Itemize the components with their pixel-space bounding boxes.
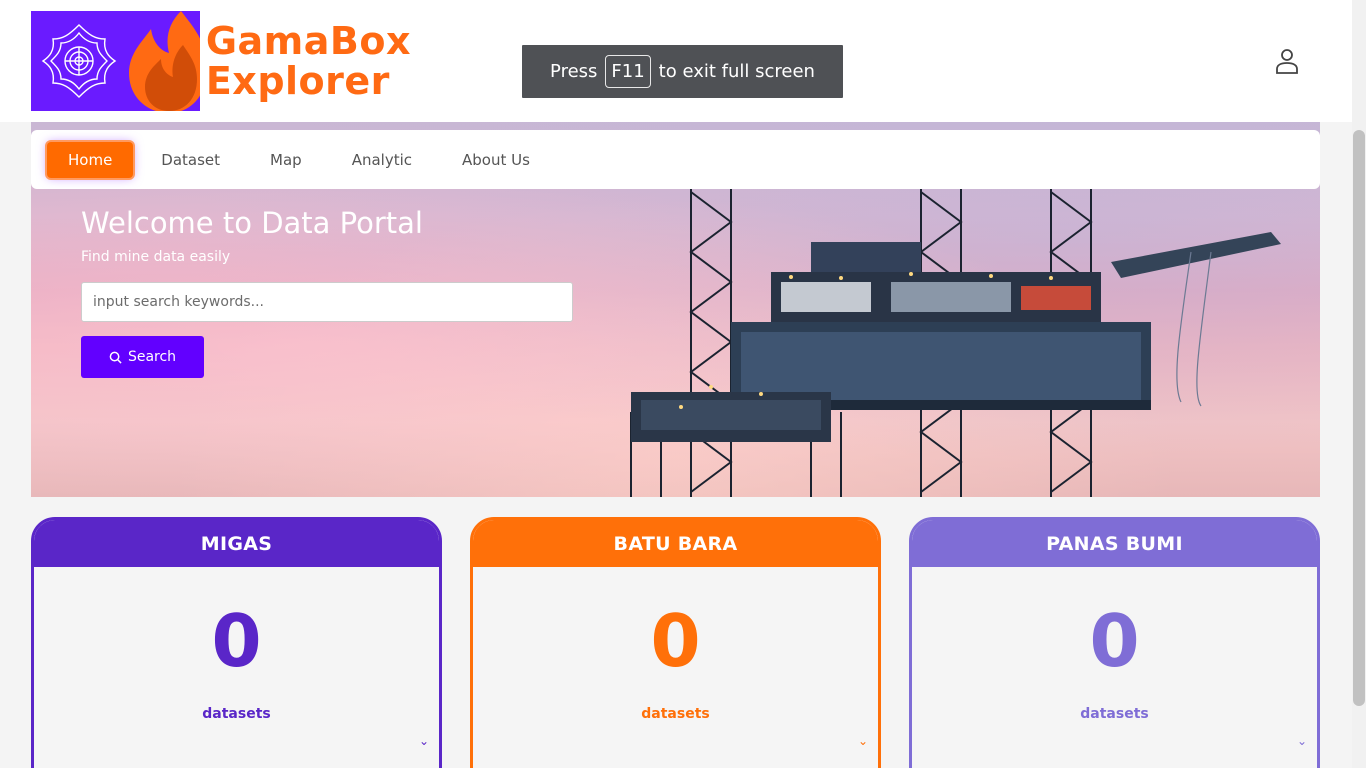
nav-home[interactable]: Home bbox=[47, 141, 134, 178]
search-icon bbox=[109, 351, 122, 364]
nav-about-us[interactable]: About Us bbox=[462, 142, 530, 178]
card-migas[interactable]: MIGAS 0 datasets ⌄ bbox=[31, 517, 442, 768]
card-title: BATU BARA bbox=[473, 520, 878, 567]
oil-rig-illustration bbox=[630, 182, 1281, 497]
card-batu-bara[interactable]: BATU BARA 0 datasets ⌄ bbox=[470, 517, 881, 768]
card-label: datasets bbox=[202, 706, 271, 722]
scrollbar-thumb[interactable] bbox=[1353, 130, 1365, 706]
user-icon[interactable] bbox=[1275, 48, 1299, 74]
card-label: datasets bbox=[1080, 706, 1149, 722]
flame-icon bbox=[129, 11, 200, 111]
card-count: 0 bbox=[211, 599, 262, 683]
brand-logo[interactable]: GamaBox Explorer bbox=[31, 11, 411, 111]
search-button-label: Search bbox=[127, 349, 177, 365]
logo-mark bbox=[31, 11, 200, 111]
card-count: 0 bbox=[1089, 599, 1140, 683]
chevron-down-icon[interactable]: ⌄ bbox=[1297, 734, 1307, 748]
brand-wordmark: GamaBox Explorer bbox=[206, 21, 411, 101]
card-title: MIGAS bbox=[34, 520, 439, 567]
fullscreen-notice: Press F11 to exit full screen bbox=[522, 45, 843, 98]
toast-key: F11 bbox=[605, 55, 651, 88]
toast-rest: to exit full screen bbox=[658, 61, 815, 82]
hero-title: Welcome to Data Portal bbox=[81, 206, 423, 240]
nav-analytic[interactable]: Analytic bbox=[352, 142, 412, 178]
chevron-down-icon[interactable]: ⌄ bbox=[858, 734, 868, 748]
main-nav: Home Dataset Map Analytic About Us bbox=[31, 130, 1320, 189]
card-panas-bumi[interactable]: PANAS BUMI 0 datasets ⌄ bbox=[909, 517, 1320, 768]
toast-press: Press bbox=[550, 61, 598, 82]
nav-dataset[interactable]: Dataset bbox=[161, 142, 220, 178]
hero-subtitle: Find mine data easily bbox=[81, 249, 231, 265]
chevron-down-icon[interactable]: ⌄ bbox=[419, 734, 429, 748]
search-input[interactable] bbox=[81, 282, 573, 322]
brand-line-1: GamaBox bbox=[205, 19, 411, 63]
brand-line-2: Explorer bbox=[205, 59, 390, 103]
search-button[interactable]: Search bbox=[81, 336, 204, 378]
top-header: GamaBox Explorer Press F11 to exit full … bbox=[0, 0, 1366, 122]
card-label: datasets bbox=[641, 706, 710, 722]
card-count: 0 bbox=[650, 599, 701, 683]
university-emblem-icon bbox=[41, 24, 117, 98]
nav-map[interactable]: Map bbox=[270, 142, 302, 178]
card-title: PANAS BUMI bbox=[912, 520, 1317, 567]
